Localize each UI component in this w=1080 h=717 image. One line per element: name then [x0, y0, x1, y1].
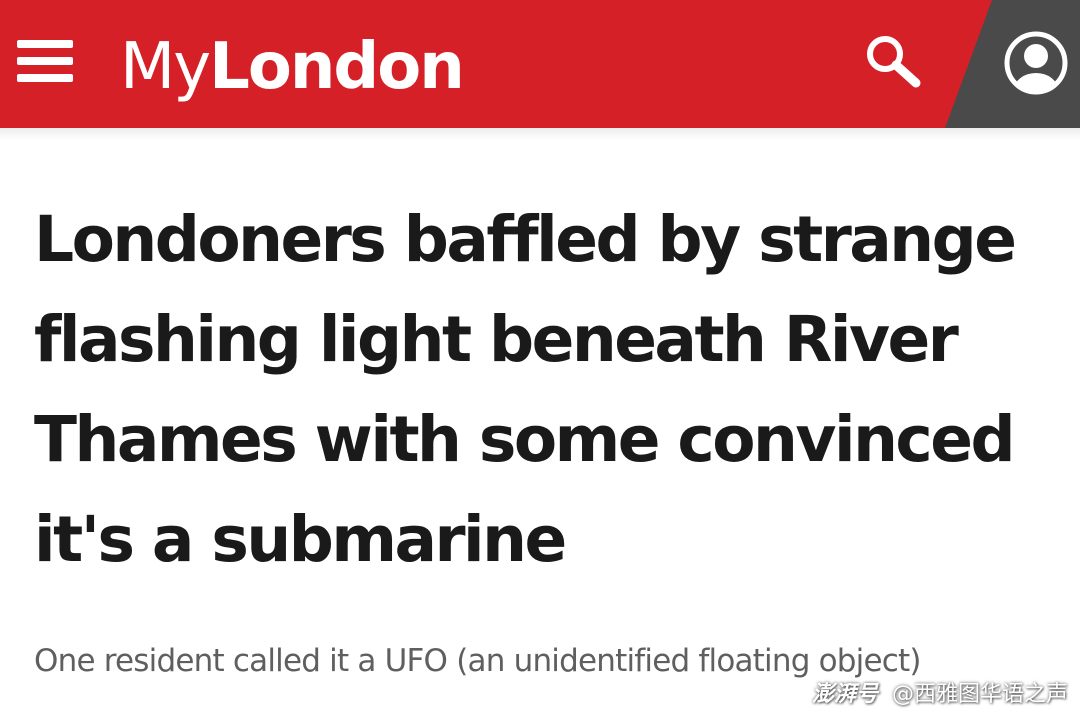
logo-london-text: London	[209, 30, 465, 104]
site-header: MyLondon	[0, 0, 1080, 128]
user-account-icon	[1004, 31, 1068, 95]
search-button[interactable]	[864, 33, 924, 89]
header-divider	[0, 128, 1080, 140]
site-logo[interactable]: MyLondon	[120, 22, 465, 112]
menu-button[interactable]	[17, 40, 73, 82]
watermark-brand: 澎湃号	[811, 682, 878, 707]
watermark-account: @西雅图华语之声	[891, 682, 1068, 707]
source-watermark: 澎湃号 @西雅图华语之声	[812, 680, 1068, 710]
page: MyLondon Londoners baffled by strange fl…	[0, 0, 1080, 717]
logo-my-text: My	[120, 30, 211, 104]
article-standfirst: One resident called it a UFO (an unident…	[34, 643, 921, 679]
account-button[interactable]	[1001, 28, 1071, 98]
article-headline: Londoners baffled by strange flashing li…	[34, 203, 1017, 576]
search-icon	[867, 36, 921, 88]
